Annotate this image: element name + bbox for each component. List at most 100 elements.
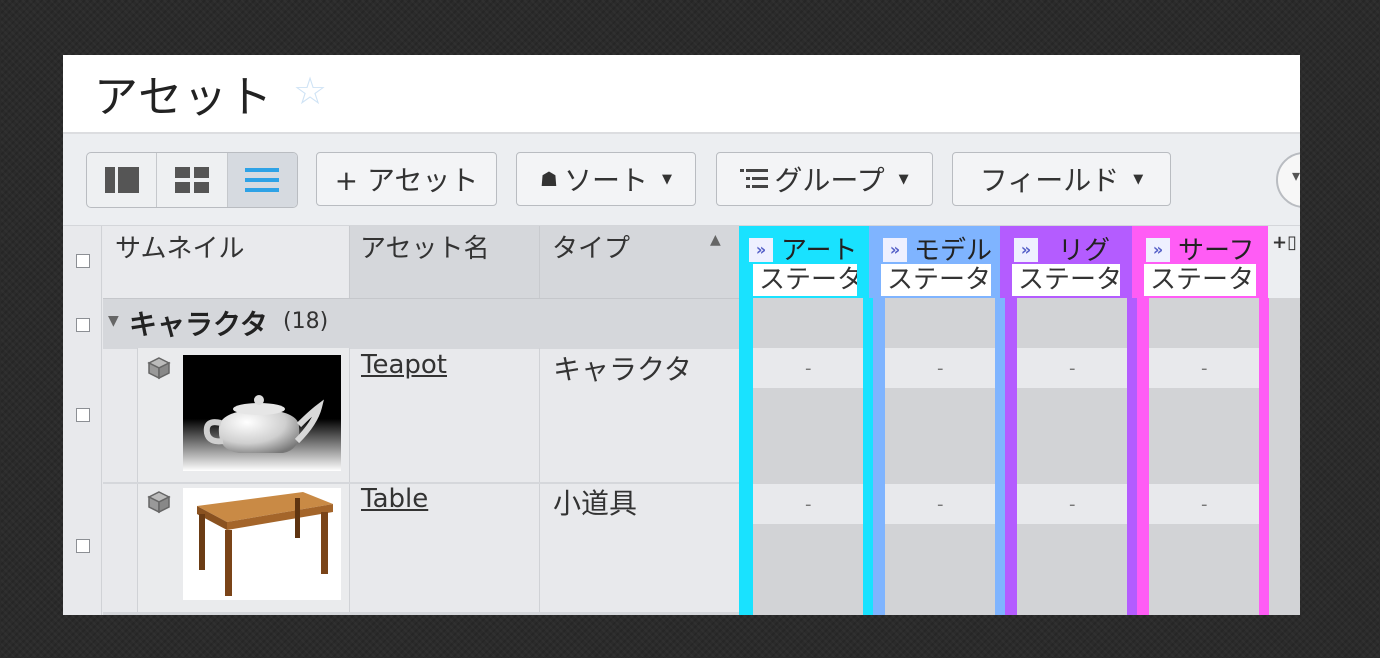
group-icon [740,169,769,188]
sort-icon: ☗ [540,167,558,191]
status-value: - [1069,358,1076,379]
page-title: アセット [94,72,274,123]
add-column-button[interactable]: +▯ [1268,226,1300,298]
status-cell[interactable]: - [1017,484,1127,524]
stage-rig-stripe [1005,298,1017,615]
stage-rig-column [1017,298,1127,615]
table-thumbnail[interactable] [183,488,341,600]
expand-stage-icon[interactable]: » [1146,238,1170,262]
group-row-character[interactable]: ▼ キャラクタ (18) [103,298,739,348]
status-value: - [805,358,812,379]
list-view-icon [245,168,280,192]
status-value: - [937,358,944,379]
asset-cube-icon [147,491,171,514]
stage-rig-header[interactable]: » リグ ステータ [1000,226,1132,298]
toolbar: + アセット ☗ ソート ▼ グループ ▼ フィールド ▼ ▾ [63,134,1300,226]
status-value: - [805,494,812,515]
thumbnail-view-button[interactable] [87,153,158,207]
status-cell[interactable]: - [885,348,995,388]
status-cell[interactable]: - [1017,348,1127,388]
sort-button[interactable]: ☗ ソート ▼ [516,152,696,206]
group-button[interactable]: グループ ▼ [716,152,933,206]
stage-art-stripe-end [863,298,873,615]
stage-rig-stripe-end [1127,298,1137,615]
asset-name-link[interactable]: Teapot [361,350,447,380]
stage-rig-status-column[interactable]: ステータ [1012,264,1120,296]
stage-surface-column [1149,298,1259,615]
header-thumbnail[interactable]: サムネイル [103,226,348,298]
status-cell[interactable]: - [1149,484,1259,524]
add-asset-button[interactable]: + アセット [316,152,497,206]
stage-model-stripe-end [995,298,1005,615]
teapot-thumbnail[interactable] [183,355,341,471]
asset-panel: アセット ☆ + アセット ☗ ソート ▼ グループ ▼ フィールド ▼ ▾ サ… [63,55,1300,615]
grid-view-icon [174,167,209,193]
add-column-icon: +▯ [1272,232,1297,253]
status-cell[interactable]: - [1149,348,1259,388]
row-checkbox[interactable] [76,539,90,553]
stage-surface-stripe-end [1259,298,1269,615]
asset-type: キャラクタ [553,353,692,386]
status-cell[interactable]: - [885,484,995,524]
status-value: - [1201,358,1208,379]
title-bar: アセット ☆ [63,55,1300,134]
stage-art-stripe [739,298,753,615]
chevron-down-icon: ▼ [661,171,672,187]
asset-name-link[interactable]: Table [361,484,428,514]
chevron-down-icon: ▼ [1133,171,1144,187]
stage-art-name: アート [781,236,858,266]
divider [539,484,540,615]
stage-art-column [753,298,863,615]
row-checkbox[interactable] [76,408,90,422]
stage-surface-stripe [1137,298,1149,615]
stage-art-header[interactable]: » アート ステータ [739,226,869,298]
add-asset-label: + アセット [334,164,479,197]
chevron-down-icon: ▾ [1292,166,1300,185]
select-all-checkbox[interactable] [76,254,90,268]
expand-stage-icon[interactable]: » [883,238,907,262]
expand-stage-icon[interactable]: » [1014,238,1038,262]
group-name: キャラクタ [129,308,268,341]
stage-surface-name: サーフ [1178,236,1255,266]
list-view-button[interactable] [227,153,297,207]
collapse-triangle-icon[interactable]: ▼ [108,313,119,329]
header-type[interactable]: タイプ ▲ [539,226,739,298]
stage-model-column [885,298,995,615]
group-label: グループ [774,164,885,197]
asset-type: 小道具 [553,487,638,520]
divider [349,484,350,615]
divider [349,348,350,482]
status-cell[interactable]: - [753,484,863,524]
group-count: (18) [283,309,329,334]
asset-cube-icon [147,357,171,380]
stage-model-header[interactable]: » モデル ステータ [869,226,1000,298]
view-mode-toggle [86,152,298,208]
chevron-down-icon: ▼ [898,171,909,187]
stage-surface-status-column[interactable]: ステータ [1144,264,1256,296]
thumbnail-view-icon [104,167,139,193]
more-options-button[interactable]: ▾ [1276,152,1300,208]
header-asset-name[interactable]: アセット名 [349,226,539,298]
expand-stage-icon[interactable]: » [749,238,773,262]
stage-model-stripe [873,298,885,615]
stage-surface-header[interactable]: » サーフ ステータ [1132,226,1268,298]
stage-model-status-column[interactable]: ステータ [881,264,991,296]
divider [103,612,739,615]
stage-rig-name: リグ [1058,236,1111,266]
divider [539,348,540,482]
status-cell[interactable]: - [753,348,863,388]
fields-label: フィールド [979,164,1120,197]
fields-button[interactable]: フィールド ▼ [952,152,1171,206]
grid-view-button[interactable] [157,153,228,207]
sort-label: ソート [563,164,648,197]
status-value: - [1069,494,1076,515]
extra-column [1269,298,1300,615]
header-type-label: タイプ [552,234,631,264]
header-thumbnail-label: サムネイル [115,234,245,264]
status-value: - [937,494,944,515]
star-icon[interactable]: ☆ [293,69,327,113]
sort-asc-icon: ▲ [710,232,721,248]
group-checkbox[interactable] [76,318,90,332]
stage-art-status-column[interactable]: ステータ [753,264,857,296]
asset-table: サムネイル アセット名 タイプ ▲ » アート ステータ » モデル ステータ … [63,226,1300,615]
